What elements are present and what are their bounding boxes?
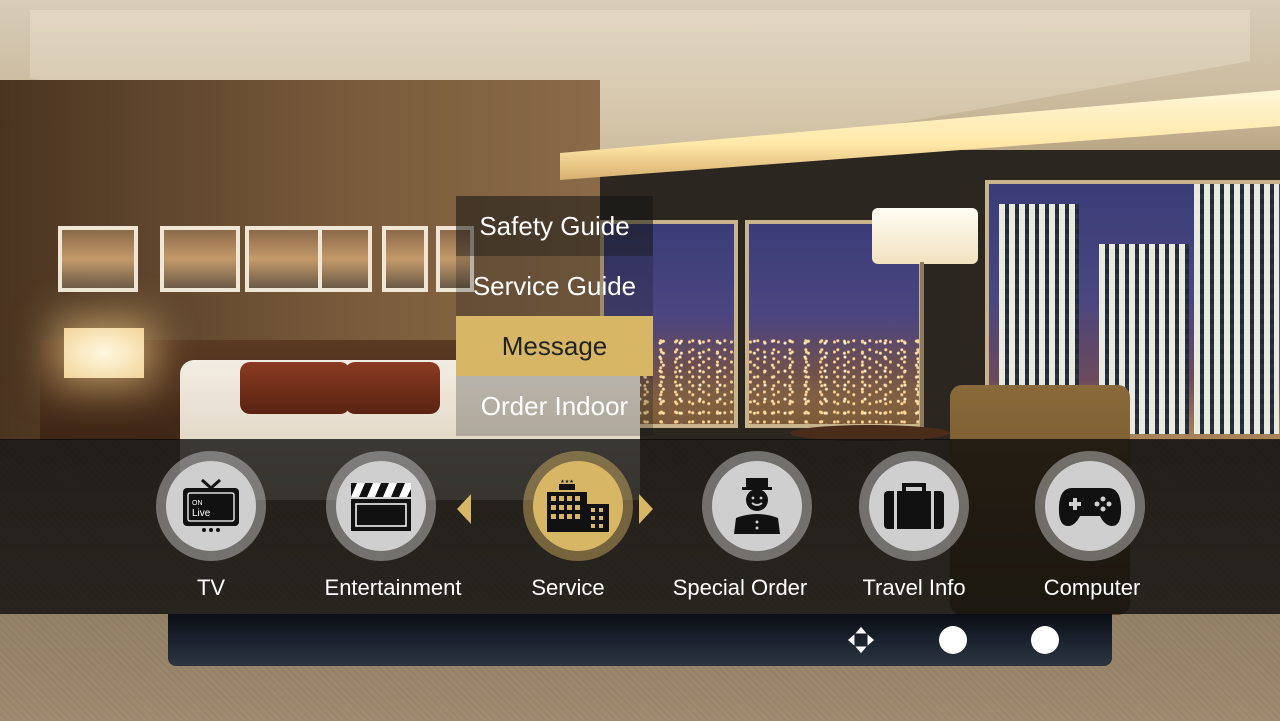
remote-control-hint-bar (168, 614, 1112, 666)
gamepad-icon (1058, 488, 1122, 526)
menu-item-label: TV (196, 575, 226, 600)
suitcase-icon (884, 483, 944, 529)
submenu-item-label: Safety Guide (479, 210, 630, 241)
wall-picture (318, 226, 372, 292)
menu-item-special-order[interactable]: Special Order (655, 439, 825, 614)
menu-item-label: Service (531, 575, 605, 600)
submenu-item-safety-guide[interactable]: Safety Guide (456, 196, 653, 256)
menu-item-tv[interactable]: ON Live TV (126, 439, 296, 614)
tv-icon: ON Live (183, 478, 239, 532)
menu-item-computer[interactable]: Computer (1005, 439, 1175, 614)
svg-text:★★★: ★★★ (560, 479, 574, 485)
menu-item-service[interactable]: ★★★ Service (468, 439, 638, 614)
button-b-icon[interactable] (1031, 626, 1059, 654)
submenu-item-service-guide[interactable]: Service Guide (456, 256, 653, 316)
tv-icon-text-live: Live (192, 508, 211, 519)
menu-arrow-right-icon[interactable] (639, 494, 653, 524)
menu-item-travel-info[interactable]: Travel Info (829, 439, 999, 614)
clapperboard-icon (351, 483, 411, 531)
submenu-item-label: Service Guide (472, 270, 637, 301)
dpad-icon[interactable] (847, 626, 875, 654)
floor-lamp (872, 208, 978, 264)
bedside-lamp (64, 328, 144, 378)
menu-item-label: Travel Info (862, 575, 966, 600)
pillow (240, 362, 350, 414)
menu-item-label: Special Order (672, 575, 808, 600)
bellboy-icon (734, 478, 780, 534)
main-menu-bar: ON Live TV Entertainment ★★★ Service Spe… (0, 439, 1280, 614)
menu-item-label: Entertainment (324, 575, 462, 600)
wall-picture (160, 226, 240, 292)
submenu-item-label: Message (501, 330, 608, 361)
button-a-icon[interactable] (939, 626, 967, 654)
submenu-item-message[interactable]: Message (456, 316, 653, 376)
menu-item-label: Computer (1043, 575, 1141, 600)
submenu-item-order-indoor[interactable]: Order Indoor (456, 376, 653, 436)
service-submenu: Safety Guide Service Guide Message Order… (456, 196, 653, 436)
menu-item-entertainment[interactable]: Entertainment (308, 439, 478, 614)
wall-picture (382, 226, 428, 292)
hotel-building-icon: ★★★ (547, 479, 609, 532)
pillow (345, 362, 440, 414)
tv-icon-text-on: ON (192, 500, 203, 507)
wall-picture (58, 226, 138, 292)
wall-picture (245, 226, 325, 292)
submenu-item-label: Order Indoor (480, 390, 629, 421)
